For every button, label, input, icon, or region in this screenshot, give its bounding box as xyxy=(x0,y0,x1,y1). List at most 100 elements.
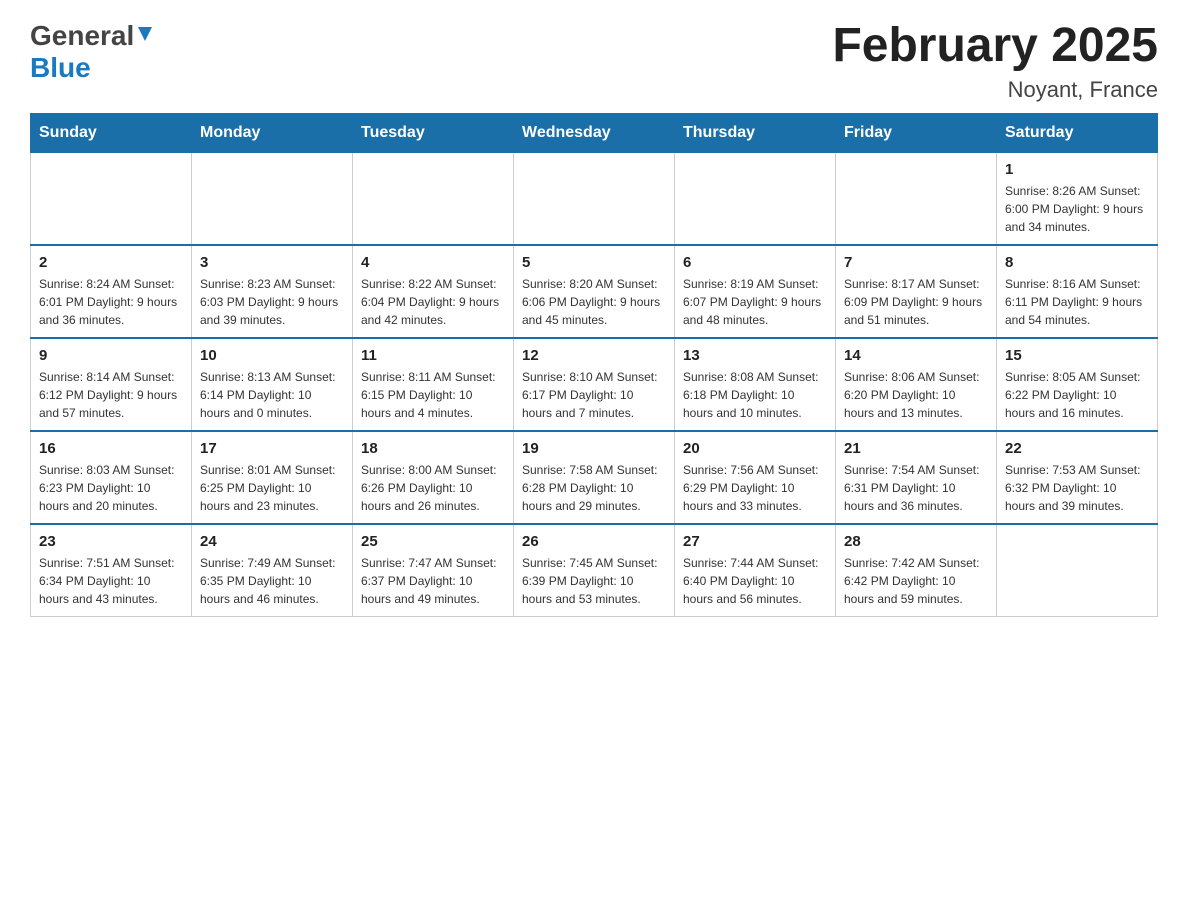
day-number: 14 xyxy=(844,347,988,364)
day-number: 6 xyxy=(683,254,827,271)
weekday-header-monday: Monday xyxy=(192,113,353,152)
day-number: 20 xyxy=(683,440,827,457)
day-number: 3 xyxy=(200,254,344,271)
logo-general-text: General xyxy=(30,20,134,52)
day-info: Sunrise: 7:44 AM Sunset: 6:40 PM Dayligh… xyxy=(683,554,827,608)
day-number: 9 xyxy=(39,347,183,364)
calendar-cell: 5 Sunrise: 8:20 AM Sunset: 6:06 PM Daylig… xyxy=(514,245,675,338)
day-number: 18 xyxy=(361,440,505,457)
calendar-cell: 8 Sunrise: 8:16 AM Sunset: 6:11 PM Daylig… xyxy=(997,245,1158,338)
day-number: 12 xyxy=(522,347,666,364)
logo: General Blue xyxy=(30,20,154,84)
day-number: 26 xyxy=(522,533,666,550)
day-info: Sunrise: 8:16 AM Sunset: 6:11 PM Dayligh… xyxy=(1005,275,1149,329)
day-number: 13 xyxy=(683,347,827,364)
calendar-cell: 3 Sunrise: 8:23 AM Sunset: 6:03 PM Daylig… xyxy=(192,245,353,338)
calendar-cell: 4 Sunrise: 8:22 AM Sunset: 6:04 PM Daylig… xyxy=(353,245,514,338)
day-number: 4 xyxy=(361,254,505,271)
day-info: Sunrise: 8:14 AM Sunset: 6:12 PM Dayligh… xyxy=(39,368,183,422)
calendar-cell: 1Sunrise: 8:26 AM Sunset: 6:00 PM Daylig… xyxy=(997,152,1158,245)
day-info: Sunrise: 8:20 AM Sunset: 6:06 PM Dayligh… xyxy=(522,275,666,329)
day-info: Sunrise: 8:11 AM Sunset: 6:15 PM Dayligh… xyxy=(361,368,505,422)
weekday-header-friday: Friday xyxy=(836,113,997,152)
calendar-cell: 17 Sunrise: 8:01 AM Sunset: 6:25 PM Dayli… xyxy=(192,431,353,524)
calendar-cell: 6Sunrise: 8:19 AM Sunset: 6:07 PM Daylig… xyxy=(675,245,836,338)
calendar-cell: 16Sunrise: 8:03 AM Sunset: 6:23 PM Dayli… xyxy=(31,431,192,524)
calendar-week-5: 23Sunrise: 7:51 AM Sunset: 6:34 PM Dayli… xyxy=(31,524,1158,617)
weekday-header-thursday: Thursday xyxy=(675,113,836,152)
day-number: 21 xyxy=(844,440,988,457)
calendar-cell: 14Sunrise: 8:06 AM Sunset: 6:20 PM Dayli… xyxy=(836,338,997,431)
weekday-header-sunday: Sunday xyxy=(31,113,192,152)
day-info: Sunrise: 7:49 AM Sunset: 6:35 PM Dayligh… xyxy=(200,554,344,608)
day-info: Sunrise: 7:58 AM Sunset: 6:28 PM Dayligh… xyxy=(522,461,666,515)
day-number: 8 xyxy=(1005,254,1149,271)
calendar-cell xyxy=(31,152,192,245)
calendar-cell: 2Sunrise: 8:24 AM Sunset: 6:01 PM Daylig… xyxy=(31,245,192,338)
calendar-cell xyxy=(514,152,675,245)
day-number: 24 xyxy=(200,533,344,550)
calendar-cell xyxy=(675,152,836,245)
calendar-cell: 24 Sunrise: 7:49 AM Sunset: 6:35 PM Dayli… xyxy=(192,524,353,617)
logo-blue-text: Blue xyxy=(30,52,91,83)
title-block: February 2025 Noyant, France xyxy=(832,20,1158,103)
day-info: Sunrise: 8:03 AM Sunset: 6:23 PM Dayligh… xyxy=(39,461,183,515)
calendar-cell: 26 Sunrise: 7:45 AM Sunset: 6:39 PM Dayli… xyxy=(514,524,675,617)
weekday-header-tuesday: Tuesday xyxy=(353,113,514,152)
day-number: 22 xyxy=(1005,440,1149,457)
calendar-week-2: 2Sunrise: 8:24 AM Sunset: 6:01 PM Daylig… xyxy=(31,245,1158,338)
calendar-cell xyxy=(836,152,997,245)
day-info: Sunrise: 7:42 AM Sunset: 6:42 PM Dayligh… xyxy=(844,554,988,608)
day-number: 10 xyxy=(200,347,344,364)
calendar-cell xyxy=(353,152,514,245)
calendar-week-1: 1Sunrise: 8:26 AM Sunset: 6:00 PM Daylig… xyxy=(31,152,1158,245)
calendar-cell: 25 Sunrise: 7:47 AM Sunset: 6:37 PM Dayli… xyxy=(353,524,514,617)
calendar-cell: 15 Sunrise: 8:05 AM Sunset: 6:22 PM Dayli… xyxy=(997,338,1158,431)
location-text: Noyant, France xyxy=(832,77,1158,103)
calendar-cell: 9 Sunrise: 8:14 AM Sunset: 6:12 PM Daylig… xyxy=(31,338,192,431)
calendar-cell: 19 Sunrise: 7:58 AM Sunset: 6:28 PM Dayli… xyxy=(514,431,675,524)
calendar-cell: 27 Sunrise: 7:44 AM Sunset: 6:40 PM Dayli… xyxy=(675,524,836,617)
day-info: Sunrise: 7:56 AM Sunset: 6:29 PM Dayligh… xyxy=(683,461,827,515)
day-info: Sunrise: 8:13 AM Sunset: 6:14 PM Dayligh… xyxy=(200,368,344,422)
day-number: 19 xyxy=(522,440,666,457)
calendar-header-row: SundayMondayTuesdayWednesdayThursdayFrid… xyxy=(31,113,1158,152)
day-info: Sunrise: 7:54 AM Sunset: 6:31 PM Dayligh… xyxy=(844,461,988,515)
calendar-table: SundayMondayTuesdayWednesdayThursdayFrid… xyxy=(30,113,1158,617)
day-number: 28 xyxy=(844,533,988,550)
day-info: Sunrise: 8:10 AM Sunset: 6:17 PM Dayligh… xyxy=(522,368,666,422)
day-number: 2 xyxy=(39,254,183,271)
day-number: 17 xyxy=(200,440,344,457)
calendar-week-4: 16Sunrise: 8:03 AM Sunset: 6:23 PM Dayli… xyxy=(31,431,1158,524)
day-info: Sunrise: 8:01 AM Sunset: 6:25 PM Dayligh… xyxy=(200,461,344,515)
calendar-cell: 13 Sunrise: 8:08 AM Sunset: 6:18 PM Dayli… xyxy=(675,338,836,431)
weekday-header-wednesday: Wednesday xyxy=(514,113,675,152)
calendar-cell: 22 Sunrise: 7:53 AM Sunset: 6:32 PM Dayli… xyxy=(997,431,1158,524)
calendar-cell: 23Sunrise: 7:51 AM Sunset: 6:34 PM Dayli… xyxy=(31,524,192,617)
calendar-cell xyxy=(192,152,353,245)
weekday-header-saturday: Saturday xyxy=(997,113,1158,152)
day-info: Sunrise: 7:47 AM Sunset: 6:37 PM Dayligh… xyxy=(361,554,505,608)
day-number: 1 xyxy=(1005,161,1149,178)
day-info: Sunrise: 8:22 AM Sunset: 6:04 PM Dayligh… xyxy=(361,275,505,329)
day-info: Sunrise: 8:08 AM Sunset: 6:18 PM Dayligh… xyxy=(683,368,827,422)
day-number: 23 xyxy=(39,533,183,550)
day-info: Sunrise: 8:23 AM Sunset: 6:03 PM Dayligh… xyxy=(200,275,344,329)
day-info: Sunrise: 7:53 AM Sunset: 6:32 PM Dayligh… xyxy=(1005,461,1149,515)
calendar-cell: 10 Sunrise: 8:13 AM Sunset: 6:14 PM Dayli… xyxy=(192,338,353,431)
day-number: 5 xyxy=(522,254,666,271)
page-header: General Blue February 2025 Noyant, Franc… xyxy=(30,20,1158,103)
day-number: 27 xyxy=(683,533,827,550)
logo-arrow-icon xyxy=(136,25,154,48)
day-info: Sunrise: 8:17 AM Sunset: 6:09 PM Dayligh… xyxy=(844,275,988,329)
calendar-week-3: 9 Sunrise: 8:14 AM Sunset: 6:12 PM Daylig… xyxy=(31,338,1158,431)
day-number: 11 xyxy=(361,347,505,364)
day-number: 15 xyxy=(1005,347,1149,364)
day-number: 25 xyxy=(361,533,505,550)
day-info: Sunrise: 8:00 AM Sunset: 6:26 PM Dayligh… xyxy=(361,461,505,515)
day-info: Sunrise: 7:45 AM Sunset: 6:39 PM Dayligh… xyxy=(522,554,666,608)
day-info: Sunrise: 8:05 AM Sunset: 6:22 PM Dayligh… xyxy=(1005,368,1149,422)
calendar-cell: 28 Sunrise: 7:42 AM Sunset: 6:42 PM Dayli… xyxy=(836,524,997,617)
calendar-cell: 12 Sunrise: 8:10 AM Sunset: 6:17 PM Dayli… xyxy=(514,338,675,431)
calendar-cell: 20 Sunrise: 7:56 AM Sunset: 6:29 PM Dayli… xyxy=(675,431,836,524)
